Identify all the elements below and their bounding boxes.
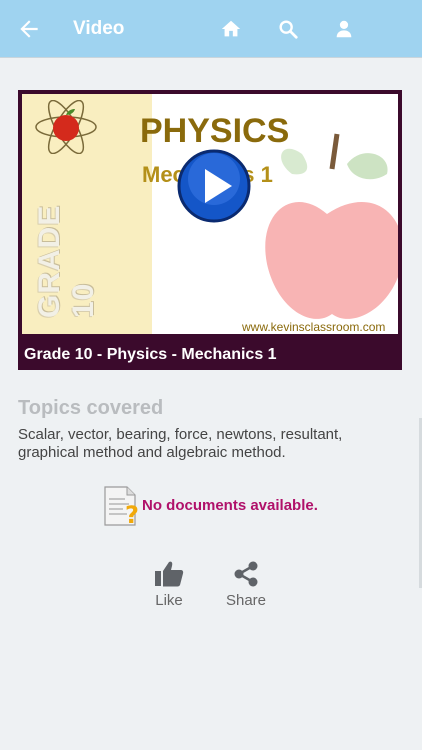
play-button-icon[interactable] bbox=[177, 149, 251, 223]
thumbnail-website-text: www.kevinsclassroom.com bbox=[242, 320, 386, 334]
share-icon bbox=[234, 561, 258, 587]
search-icon[interactable] bbox=[277, 18, 299, 40]
page-title: Video bbox=[73, 18, 125, 39]
share-label: Share bbox=[225, 592, 267, 609]
apple-illustration-icon bbox=[265, 133, 398, 319]
document-question-icon: ? bbox=[104, 486, 139, 527]
topics-description: Scalar, vector, bearing, force, newtons,… bbox=[18, 426, 343, 461]
back-arrow-icon[interactable] bbox=[16, 16, 42, 42]
no-documents-message: No documents available. bbox=[142, 497, 318, 514]
video-player[interactable]: GRADE 10 PHYSICS Mechanics 1 www.kevinsc… bbox=[18, 90, 402, 370]
like-label: Like bbox=[155, 592, 183, 609]
thumbs-up-icon bbox=[155, 561, 184, 587]
user-icon[interactable] bbox=[333, 18, 355, 40]
app-bar: Video bbox=[0, 0, 422, 58]
like-button[interactable]: Like bbox=[139, 560, 199, 609]
apple-atom-logo-icon bbox=[35, 100, 97, 154]
topics-heading: Topics covered bbox=[18, 397, 164, 419]
video-caption: Grade 10 - Physics - Mechanics 1 bbox=[24, 346, 277, 363]
video-thumbnail: GRADE 10 PHYSICS Mechanics 1 www.kevinsc… bbox=[22, 94, 398, 334]
thumbnail-grade-text: GRADE 10 bbox=[33, 204, 100, 318]
home-icon[interactable] bbox=[220, 18, 242, 40]
share-button[interactable]: Share bbox=[216, 560, 276, 609]
svg-text:?: ? bbox=[125, 501, 139, 527]
